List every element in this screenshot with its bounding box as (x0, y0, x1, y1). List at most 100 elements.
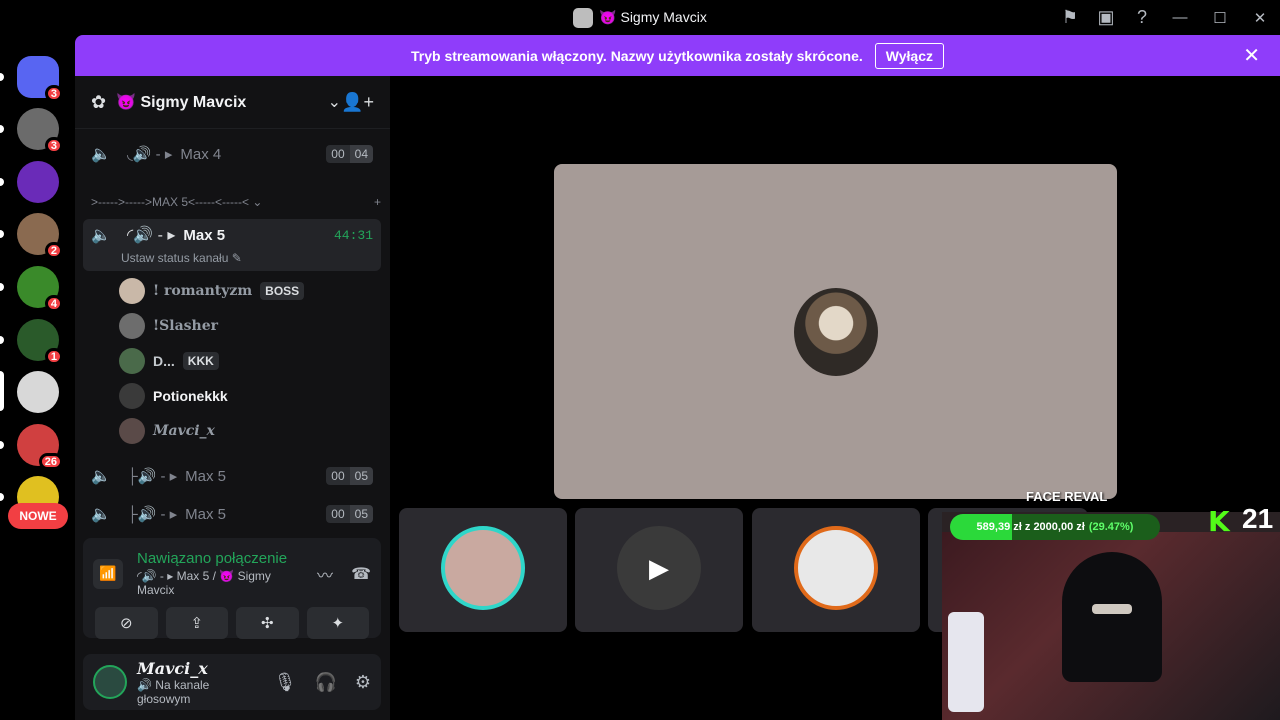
voice-locked-icon: 🔈 (91, 146, 111, 163)
unread-pill (0, 283, 4, 291)
unread-pill (0, 125, 4, 133)
user-panel: Mavci_x 🔊 Na kanale głosowym 🎙 🎧 ⚙ (83, 654, 381, 710)
donation-goal-bar: 589,39 zł z 2000,00 zł (29.47%) (950, 514, 1160, 540)
activities-button[interactable]: ✣ (236, 607, 299, 639)
server-list: 3 3 2 4 1 26 (0, 35, 75, 720)
headphones-icon[interactable]: 🎧 (314, 672, 336, 693)
unread-pill (0, 336, 4, 344)
speaker-icon: ├🔊 - ▸ (127, 468, 178, 485)
microphone-icon[interactable]: 🎙 (274, 672, 297, 693)
member-name: Potionekkk (153, 388, 228, 404)
flag-icon[interactable]: ⚑ (1052, 0, 1088, 35)
window-title: 😈 Sigmy Mavcix (573, 7, 707, 28)
voice-member[interactable]: !Slasher (119, 311, 218, 341)
close-icon[interactable]: ✕ (1243, 43, 1260, 68)
unread-pill (0, 230, 4, 238)
window-title-text: 😈 Sigmy Mavcix (599, 9, 707, 25)
focused-participant-tile[interactable] (554, 164, 1117, 499)
participant-avatar (794, 288, 878, 376)
voice-member[interactable]: Mavci_x (119, 416, 215, 446)
screen-share-button[interactable]: ⇪ (165, 607, 228, 639)
notification-badge: 26 (38, 453, 63, 470)
channel-timer: 44:31 (333, 227, 373, 243)
server-icon[interactable]: 2 (17, 213, 63, 259)
member-name: ! romantyzm (153, 283, 253, 299)
kick-logo: K (1208, 505, 1230, 538)
maximize-button[interactable]: ☐ (1200, 0, 1240, 35)
streamer-face (1092, 604, 1132, 614)
noise-suppression-icon[interactable]: 〰 (317, 562, 333, 586)
category-max5[interactable]: >----->----->MAX 5<-----<-----< ⌄ + (91, 195, 381, 209)
participant-avatar (441, 526, 525, 610)
inbox-icon[interactable]: ▣ (1088, 0, 1124, 35)
category-label: >----->----->MAX 5<-----<-----< ⌄ (91, 195, 263, 209)
server-tag[interactable]: KKK (182, 352, 219, 370)
voice-channel-max5-b[interactable]: 🔈 ├🔊 - ▸ Max 5 00 05 (83, 459, 381, 493)
help-icon[interactable]: ? (1124, 0, 1160, 35)
user-count: 00 05 (326, 467, 373, 485)
connection-location[interactable]: ◜🔊 - ▸ Max 5 / 😈 Sigmy Mavcix (137, 569, 299, 597)
voice-connection-panel: 📶 Nawiązano połączenie ◜🔊 - ▸ Max 5 / 😈 … (83, 538, 381, 639)
channel-name: Max 4 (180, 145, 222, 163)
unread-pill (0, 493, 4, 501)
voice-member[interactable]: ! romantyzm BOSS (119, 276, 305, 306)
server-icon (573, 7, 594, 28)
voice-member[interactable]: Potionekkk (119, 381, 228, 411)
new-badge[interactable]: NOWE (8, 503, 68, 529)
participant-tile[interactable] (752, 508, 920, 632)
server-header[interactable]: ✿ 😈 Sigmy Mavcix ⌄ 👤+ (75, 76, 390, 129)
unread-pill (0, 441, 4, 449)
avatar (119, 278, 145, 304)
video-camera-icon: ▶ (617, 526, 701, 610)
participant-tile[interactable] (399, 508, 567, 632)
unread-pill (0, 73, 4, 81)
camera-off-button[interactable]: ⊘ (95, 607, 158, 639)
disconnect-icon[interactable]: ☎ (351, 564, 371, 584)
minimize-button[interactable]: — (1160, 0, 1200, 35)
unread-pill (0, 178, 4, 186)
server-icon[interactable] (17, 161, 59, 203)
signal-icon[interactable]: 📶 (93, 558, 123, 589)
drink-can (948, 612, 984, 712)
speaker-icon: ◜🔊 - ▸ (127, 227, 176, 244)
voice-locked-icon: 🔈 (91, 468, 111, 485)
voice-channel-max4[interactable]: 🔈 ◟🔊 - ▸ Max 4 00 04 (83, 137, 381, 171)
server-icon[interactable]: 1 (17, 319, 63, 365)
avatar (119, 348, 145, 374)
channel-sidebar: ✿ 😈 Sigmy Mavcix ⌄ 👤+ 🔈 ◟🔊 - ▸ Max 4 00 0… (75, 76, 390, 720)
server-icon[interactable]: 3 (17, 108, 63, 154)
avatar (119, 418, 145, 444)
add-channel-icon[interactable]: + (374, 195, 381, 209)
server-icon[interactable]: 4 (17, 266, 63, 312)
notification-badge: 3 (44, 85, 63, 102)
voice-channel-max5-c[interactable]: 🔈 ├🔊 - ▸ Max 5 00 05 (83, 497, 381, 531)
gear-icon[interactable]: ⚙ (355, 672, 371, 693)
participant-tile[interactable]: ▶ (575, 508, 743, 632)
avatar[interactable] (93, 665, 127, 699)
close-window-button[interactable]: ✕ (1240, 0, 1280, 35)
discord-home-icon[interactable]: 3 (17, 56, 63, 102)
server-tag[interactable]: BOSS (260, 282, 305, 300)
unread-pill (0, 371, 4, 411)
banner-text: Tryb streamowania włączony. Nazwy użytko… (411, 47, 863, 64)
avatar (119, 383, 145, 409)
face-reveal-label: FACE REVAL (1026, 489, 1108, 504)
server-icon[interactable] (17, 371, 59, 413)
streamer-figure (1062, 552, 1162, 682)
member-name: D... (153, 353, 175, 369)
set-channel-status[interactable]: Ustaw status kanału ✎ (83, 251, 381, 265)
speaker-icon: ├🔊 - ▸ (127, 506, 178, 523)
username: Mavci_x (137, 658, 208, 678)
voice-member[interactable]: D... KKK (119, 346, 219, 376)
streamer-mode-banner: Tryb streamowania włączony. Nazwy użytko… (75, 35, 1280, 76)
soundboard-button[interactable]: ✦ (306, 607, 369, 639)
invite-icon[interactable]: 👤+ (341, 92, 374, 113)
speaker-icon: ◟🔊 - ▸ (127, 146, 173, 163)
channel-name: Max 5 (185, 505, 227, 523)
user-count: 00 05 (326, 505, 373, 523)
webcam-overlay (942, 512, 1280, 720)
disable-streamer-mode-button[interactable]: Wyłącz (874, 42, 944, 69)
notification-badge: 3 (44, 137, 63, 154)
server-icon[interactable]: 26 (17, 424, 63, 470)
voice-channel-active[interactable]: 🔈 ◜🔊 - ▸ Max 5 44:31 Ustaw status kanału… (83, 219, 381, 271)
